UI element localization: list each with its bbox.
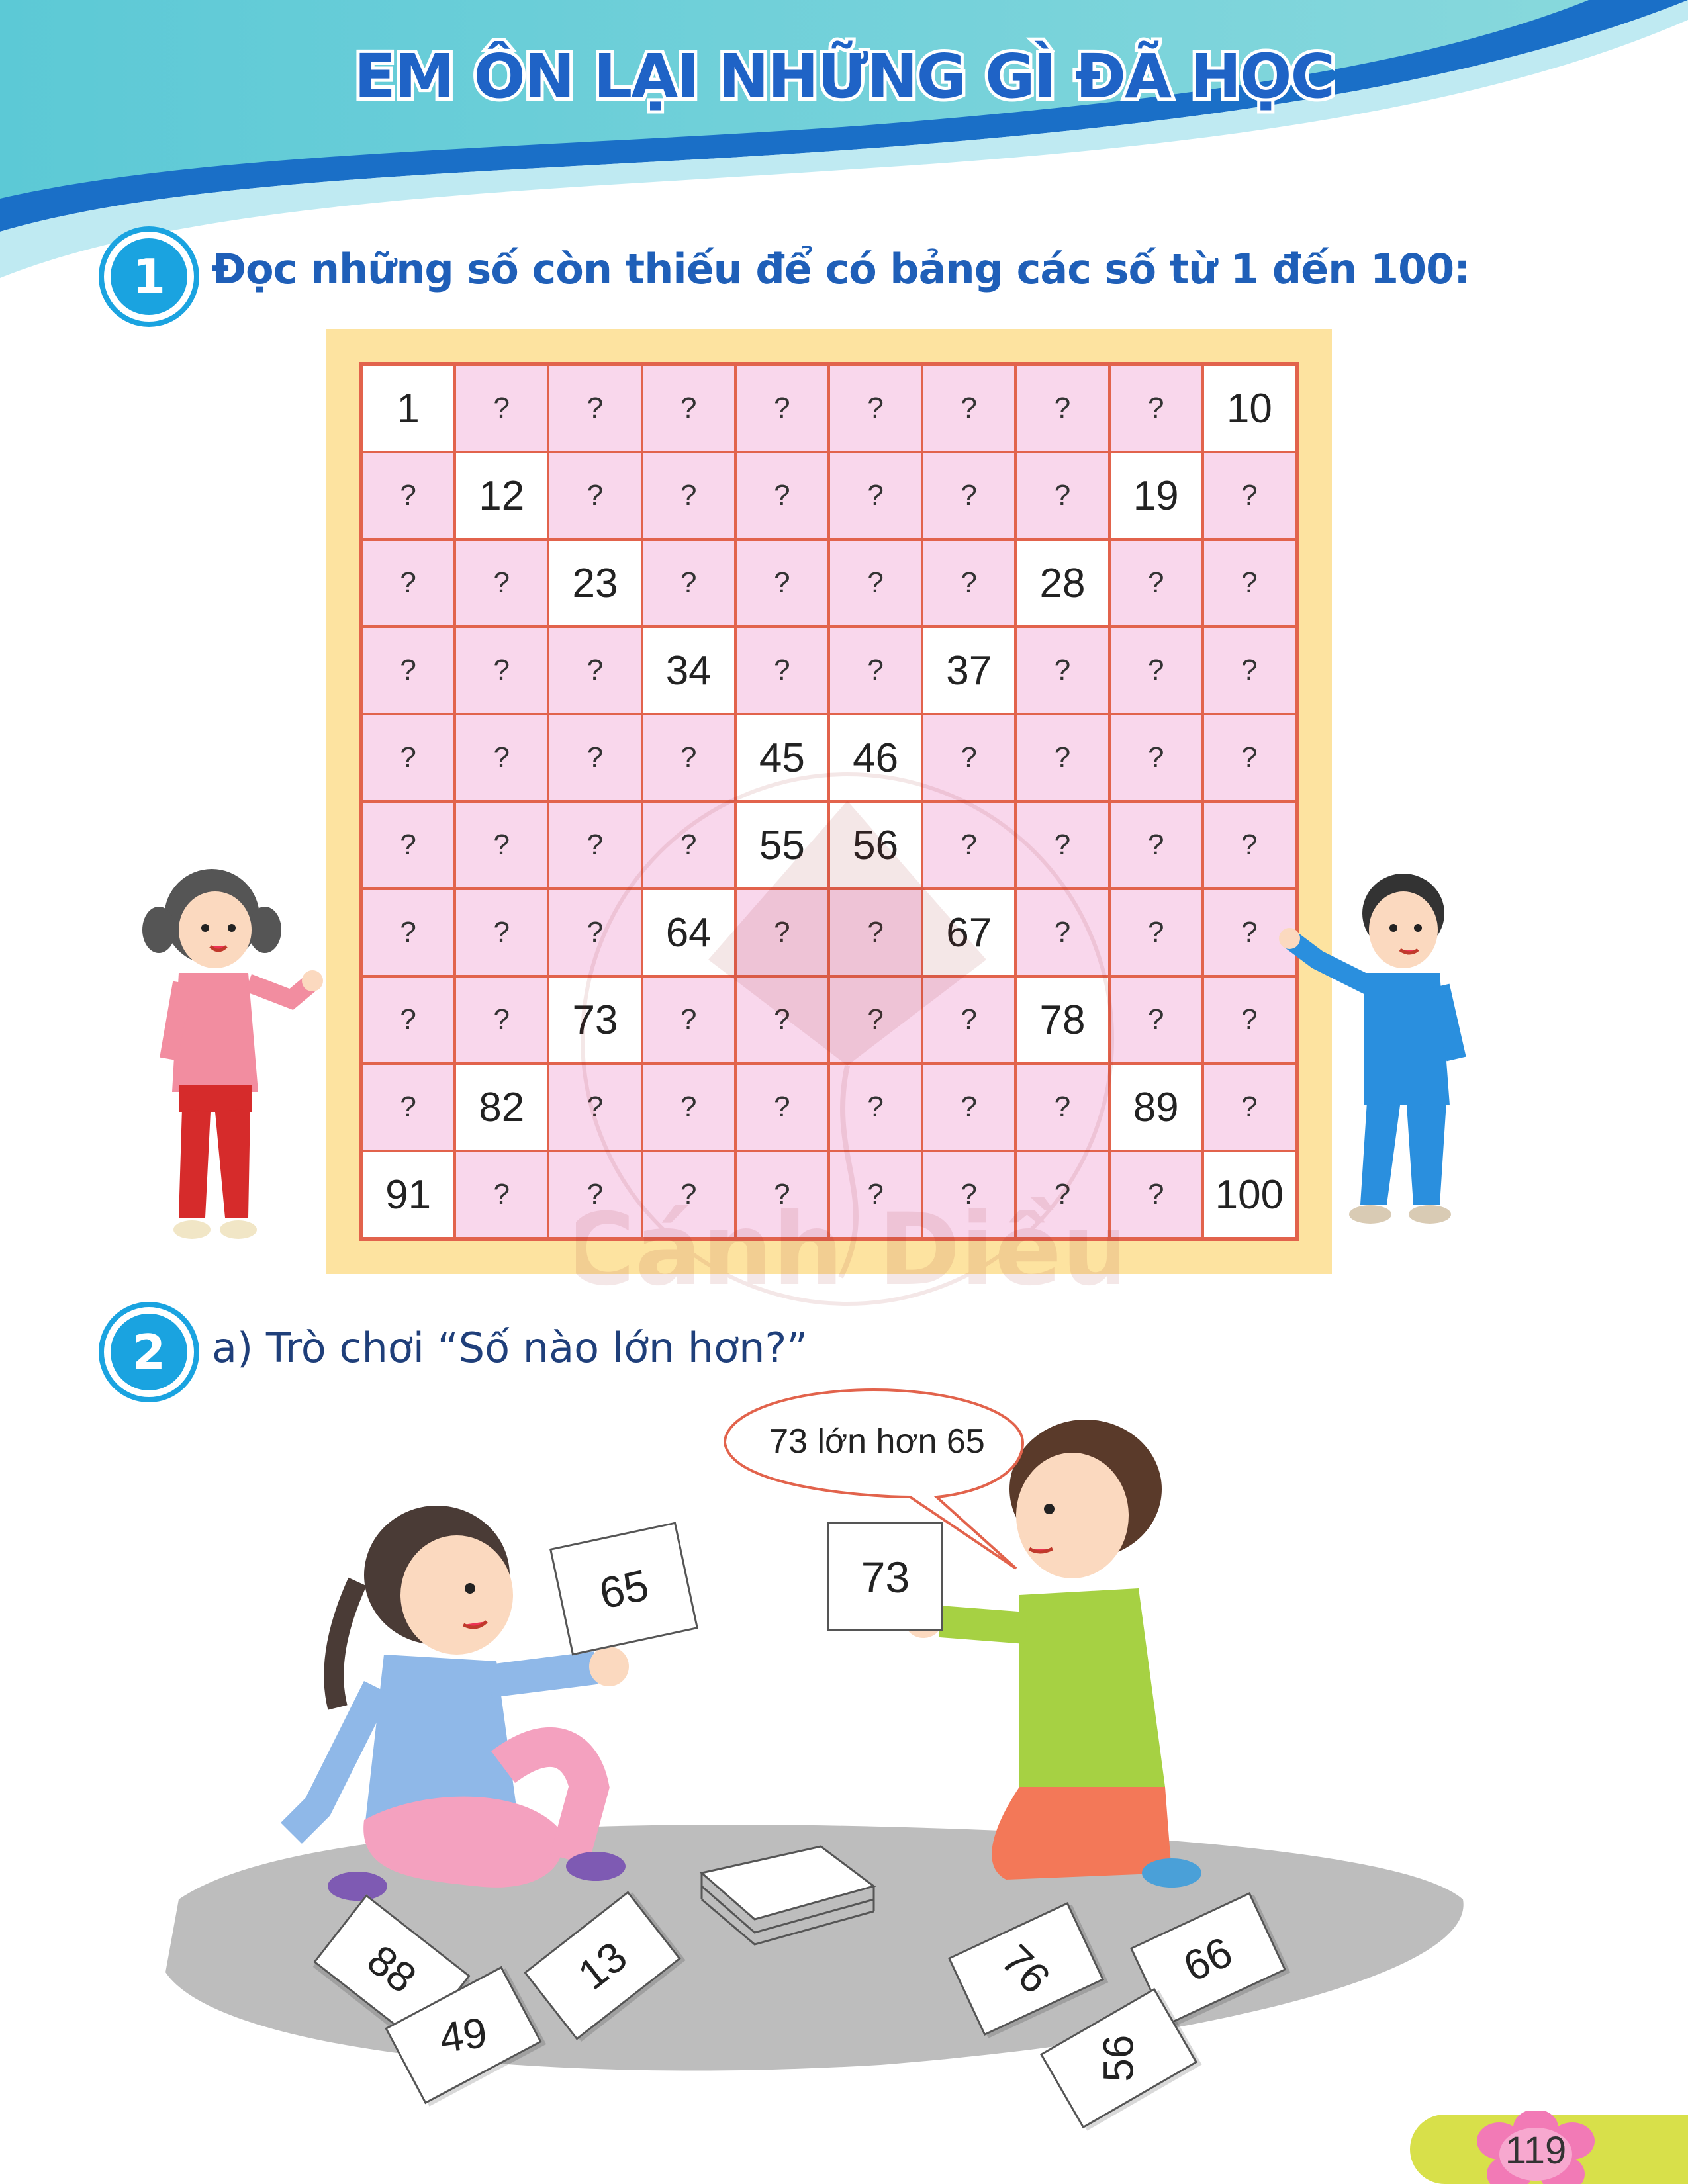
girl-standing-illustration <box>142 869 323 1239</box>
grid-cell-missing: ? <box>735 365 829 452</box>
grid-cell-number: 12 <box>455 452 549 539</box>
page-number: 119 <box>1505 2129 1567 2172</box>
grid-cell-missing: ? <box>922 365 1016 452</box>
grid-cell-number: 82 <box>455 1064 549 1151</box>
boy-held-card: 73 <box>827 1522 943 1631</box>
grid-cell-missing: ? <box>548 365 642 452</box>
grid-cell-missing: ? <box>1109 365 1203 452</box>
grid-cell-missing: ? <box>1202 539 1296 627</box>
grid-cell-missing: ? <box>735 539 829 627</box>
boy-pointing-illustration <box>1279 874 1466 1224</box>
grid-cell-missing: ? <box>922 452 1016 539</box>
grid-cell-missing: ? <box>828 452 923 539</box>
grid-cell-missing: ? <box>361 801 455 889</box>
grid-cell-number: 89 <box>1109 1064 1203 1151</box>
grid-cell-missing: ? <box>361 539 455 627</box>
grid-cell-missing: ? <box>1202 627 1296 714</box>
grid-cell-missing: ? <box>922 539 1016 627</box>
card-stack <box>699 1845 876 1946</box>
section-number-badge-1: 1 <box>104 232 194 322</box>
grid-cell-missing: ? <box>1109 889 1203 976</box>
grid-cell-missing: ? <box>1109 714 1203 801</box>
grid-cell-missing: ? <box>1015 452 1109 539</box>
grid-cell-number: 23 <box>548 539 642 627</box>
grid-cell-missing: ? <box>455 801 549 889</box>
grid-cell-missing: ? <box>1109 627 1203 714</box>
grid-cell-missing: ? <box>361 452 455 539</box>
speech-text: 73 lớn hơn 65 <box>769 1422 985 1461</box>
grid-cell-missing: ? <box>641 539 735 627</box>
exercise-1-instruction: Đọc những số còn thiếu để có bảng các số… <box>212 245 1470 293</box>
grid-cell-number: 28 <box>1015 539 1109 627</box>
svg-text:Cánh Diều: Cánh Diều <box>576 1193 1119 1308</box>
grid-cell-number: 19 <box>1109 452 1203 539</box>
grid-cell-missing: ? <box>455 976 549 1064</box>
grid-cell-missing: ? <box>828 365 923 452</box>
grid-cell-missing: ? <box>1109 976 1203 1064</box>
grid-cell-missing: ? <box>1015 365 1109 452</box>
grid-cell-missing: ? <box>361 1064 455 1151</box>
grid-cell-missing: ? <box>455 365 549 452</box>
grid-cell-missing: ? <box>361 627 455 714</box>
grid-cell-missing: ? <box>361 714 455 801</box>
section-number-badge-2: 2 <box>104 1307 194 1397</box>
grid-cell-missing: ? <box>455 627 549 714</box>
publisher-watermark: Cánh Diều <box>576 772 1119 1308</box>
page-title: EM ÔN LẠI NHỮNG GÌ ĐÃ HỌC <box>351 38 1338 115</box>
grid-cell-missing: ? <box>1109 1151 1203 1238</box>
grid-cell-number: 91 <box>361 1151 455 1238</box>
grid-cell-missing: ? <box>1202 452 1296 539</box>
exercise-2-instruction: a) Trò chơi “Số nào lớn hơn?” <box>212 1324 808 1372</box>
grid-cell-missing: ? <box>455 1151 549 1238</box>
grid-cell-missing: ? <box>641 365 735 452</box>
grid-cell-missing: ? <box>548 452 642 539</box>
grid-cell-missing: ? <box>455 714 549 801</box>
grid-cell-missing: ? <box>361 889 455 976</box>
grid-cell-missing: ? <box>641 452 735 539</box>
grid-cell-missing: ? <box>1109 801 1203 889</box>
grid-cell-missing: ? <box>1109 539 1203 627</box>
grid-cell-number: 1 <box>361 365 455 452</box>
grid-cell-missing: ? <box>828 539 923 627</box>
grid-cell-number: 10 <box>1202 365 1296 452</box>
grid-cell-missing: ? <box>361 976 455 1064</box>
grid-cell-missing: ? <box>455 889 549 976</box>
grid-cell-missing: ? <box>735 452 829 539</box>
grid-cell-missing: ? <box>1202 714 1296 801</box>
grid-cell-missing: ? <box>455 539 549 627</box>
